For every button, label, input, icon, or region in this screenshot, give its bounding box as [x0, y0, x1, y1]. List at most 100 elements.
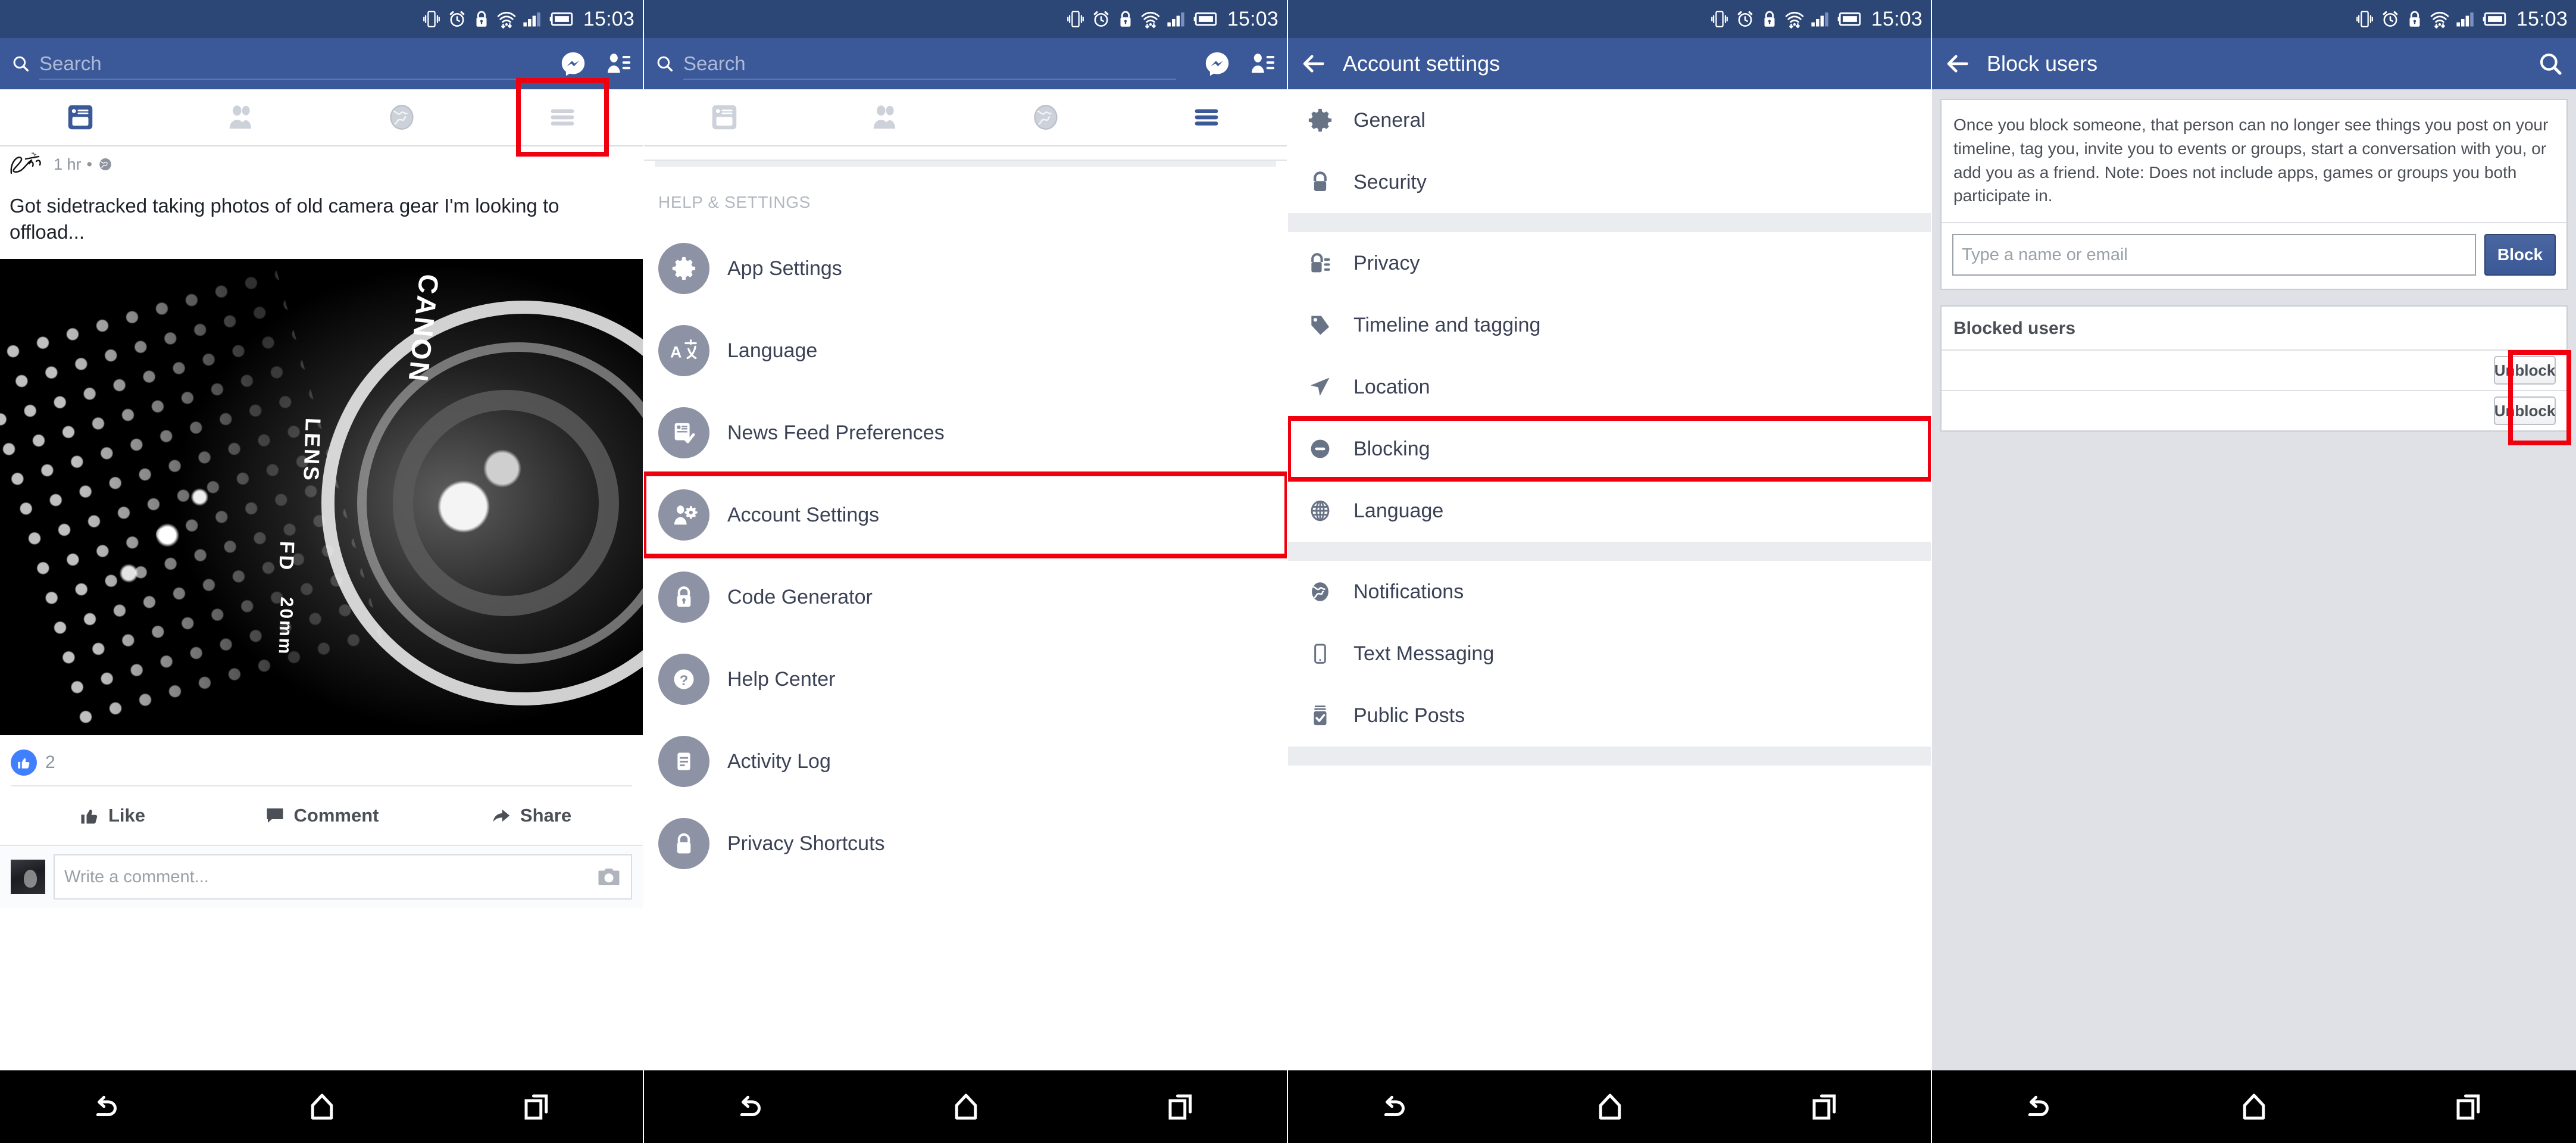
android-nav-bar — [644, 1070, 1287, 1143]
settings-item-timeline-and-tagging[interactable]: Timeline and tagging — [1288, 294, 1931, 356]
screenshot-panels: 15:03 Search 1 hr • Got sidetracked taki… — [0, 0, 2576, 1143]
wifi-icon — [497, 11, 516, 29]
vibrate-icon — [1067, 11, 1084, 27]
share-button[interactable]: Share — [426, 805, 636, 826]
battery-icon — [2483, 12, 2506, 26]
menu-item-help-center[interactable]: ? Help Center — [644, 638, 1287, 720]
menu-item-app-settings[interactable]: App Settings — [644, 227, 1287, 310]
avatar[interactable] — [11, 860, 45, 895]
settings-item-public-posts[interactable]: Public Posts — [1288, 685, 1931, 747]
lens-label-20mm: 20mm — [274, 597, 297, 657]
sidebar-item-friends[interactable] — [805, 89, 965, 146]
menu-item-news-feed-preferences[interactable]: News Feed Preferences — [644, 392, 1287, 474]
menu-item-label: Code Generator — [727, 585, 873, 608]
back-icon[interactable] — [2023, 1091, 2055, 1123]
friend-requests-icon[interactable] — [1249, 50, 1276, 77]
settings-item-blocking[interactable]: Blocking — [1288, 416, 1931, 482]
account-settings-icon — [658, 489, 709, 541]
lock-icon — [658, 572, 709, 623]
vibrate-icon — [1711, 11, 1728, 27]
menu-item-code-generator[interactable]: Code Generator — [644, 556, 1287, 638]
search-icon — [13, 56, 29, 72]
block-button[interactable]: Block — [2484, 234, 2556, 276]
settings-item-language[interactable]: Language — [1288, 480, 1931, 542]
block-name-input[interactable]: Type a name or email — [1952, 234, 2476, 276]
newsfeed-prefs-icon — [658, 407, 709, 458]
section-divider — [1288, 747, 1931, 766]
recents-icon[interactable] — [1165, 1091, 1197, 1123]
menu-item-language[interactable]: A Language — [644, 310, 1287, 392]
comment-input[interactable]: Write a comment... — [54, 854, 632, 900]
status-bar-time: 15:03 — [2516, 7, 2568, 30]
status-bar-time: 15:03 — [583, 7, 634, 30]
settings-item-label: Blocking — [1353, 437, 1430, 460]
gear-icon — [658, 243, 709, 294]
sidebar-item-notifications[interactable] — [321, 89, 482, 146]
menu-item-account-settings[interactable]: Account Settings — [644, 471, 1287, 558]
lock-icon — [476, 11, 487, 27]
likes-row[interactable]: 2 — [0, 735, 643, 785]
unblock-button[interactable]: Unblock — [2494, 396, 2556, 425]
messenger-icon[interactable] — [1203, 50, 1231, 77]
globe-grid-icon — [1303, 497, 1337, 524]
sidebar-item-news-feed[interactable] — [0, 89, 161, 146]
back-arrow-icon[interactable] — [1300, 50, 1327, 77]
messenger-icon[interactable] — [559, 50, 587, 77]
lock-icon — [1120, 11, 1131, 27]
lock-icon — [2409, 11, 2420, 27]
tab-bar — [0, 89, 643, 146]
like-button[interactable]: Like — [7, 805, 217, 826]
search-underline — [683, 79, 1176, 80]
settings-item-location[interactable]: Location — [1288, 356, 1931, 418]
back-icon[interactable] — [1379, 1091, 1411, 1123]
back-arrow-icon[interactable] — [1944, 50, 1971, 77]
home-icon[interactable] — [1594, 1091, 1626, 1123]
back-icon[interactable] — [91, 1091, 123, 1123]
blocked-users-panel: Blocked users Unblock Unblock — [1940, 305, 2568, 432]
back-icon[interactable] — [735, 1091, 767, 1123]
sidebar-item-notifications[interactable] — [965, 89, 1126, 146]
settings-item-label: Privacy — [1353, 251, 1420, 274]
search-icon[interactable] — [2537, 50, 2564, 77]
block-icon — [1303, 435, 1337, 463]
sidebar-item-more-menu[interactable] — [1126, 89, 1287, 146]
settings-item-privacy[interactable]: Privacy — [1288, 232, 1931, 294]
settings-item-notifications[interactable]: Notifications — [1288, 561, 1931, 623]
globe-icon — [1034, 105, 1058, 130]
vibrate-icon — [423, 11, 440, 27]
settings-item-security[interactable]: Security — [1288, 151, 1931, 213]
home-icon[interactable] — [2238, 1091, 2270, 1123]
avatar[interactable] — [5, 148, 48, 180]
menu-item-privacy-shortcuts[interactable]: Privacy Shortcuts — [644, 802, 1287, 885]
camera-icon[interactable] — [596, 864, 621, 889]
status-bar-time: 15:03 — [1871, 7, 1922, 30]
search-input[interactable]: Search — [11, 38, 549, 89]
friend-requests-icon[interactable] — [605, 50, 632, 77]
battery-icon — [1193, 12, 1217, 26]
comment-button[interactable]: Comment — [217, 805, 426, 826]
settings-item-text-messaging[interactable]: Text Messaging — [1288, 623, 1931, 685]
sidebar-item-friends[interactable] — [161, 89, 321, 146]
lock-icon — [1764, 11, 1775, 27]
battery-icon — [1837, 12, 1861, 26]
search-input[interactable]: Search — [655, 38, 1193, 89]
settings-item-general[interactable]: General — [1288, 89, 1931, 151]
recents-icon[interactable] — [521, 1091, 553, 1123]
unblock-button[interactable]: Unblock — [2494, 356, 2556, 385]
android-nav-bar — [1288, 1070, 1931, 1143]
recents-icon[interactable] — [2453, 1091, 2485, 1123]
sidebar-item-more-menu[interactable] — [482, 89, 643, 146]
recents-icon[interactable] — [1809, 1091, 1841, 1123]
post-photo[interactable]: CANON LENS FD 20mm — [0, 259, 643, 736]
vibrate-icon — [2356, 11, 2373, 27]
home-icon[interactable] — [950, 1091, 982, 1123]
public-posts-icon — [1303, 702, 1337, 729]
settings-item-label: Notifications — [1353, 580, 1464, 603]
section-header-help-settings: HELP & SETTINGS — [658, 193, 811, 211]
home-icon[interactable] — [306, 1091, 338, 1123]
sidebar-item-news-feed[interactable] — [644, 89, 805, 146]
blocked-users-title: Blocked users — [1953, 318, 2076, 338]
panel-news-feed: 15:03 Search 1 hr • Got sidetracked taki… — [0, 0, 644, 1143]
menu-item-activity-log[interactable]: Activity Log — [644, 720, 1287, 802]
table-row: Unblock — [1942, 390, 2566, 430]
